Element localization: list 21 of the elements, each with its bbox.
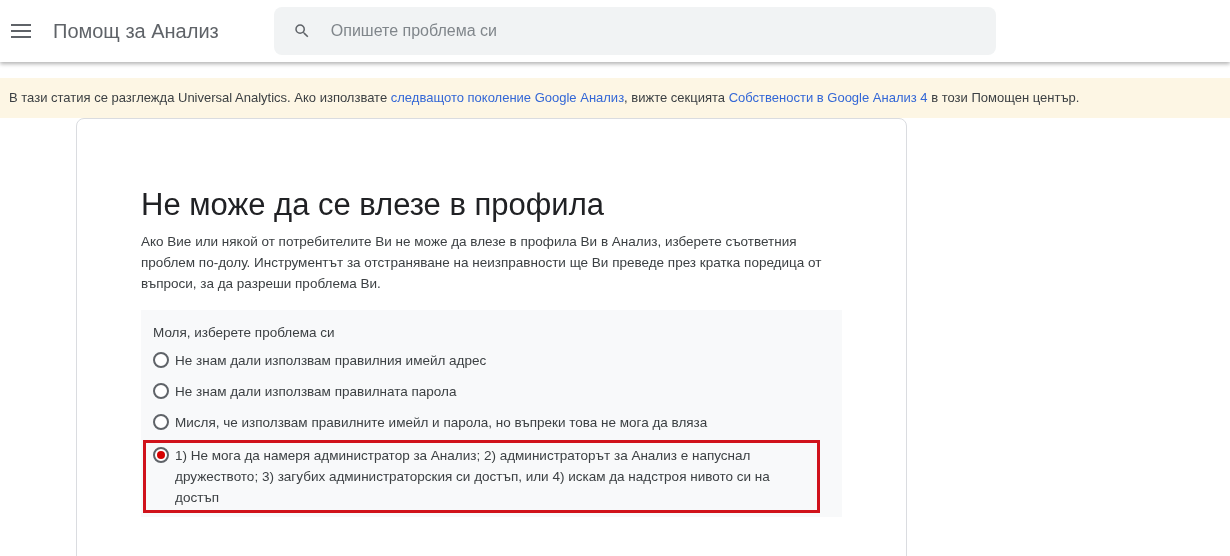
radio-button[interactable] (153, 447, 169, 463)
option-label: Мисля, че използвам правилните имейл и парола, но въпреки това не мога да вляза (175, 414, 708, 432)
notice-link[interactable]: Собствености в Google Анализ 4 (728, 90, 928, 106)
radio-button[interactable] (153, 414, 169, 430)
article-title: Не може да се влезе в профила (141, 186, 605, 224)
search-icon (292, 22, 311, 40)
radio-option[interactable]: Не знам дали използвам правилния имейл адрес (150, 347, 842, 374)
notice-text: В тази статия се разглежда Universal Analytics. Ако използвате следващото поколение Google Анализ, вижте секцията Собствености в Google Анализ 4 в този Помощен център. (9, 89, 1080, 108)
option-label: 1) Не мога да намеря администратор за Анализ; 2) администраторът за Анализ е напуснал дружеството; 3) загубих администраторския си достъп, или 4) искам да надстроя нивото си на достъп (175, 447, 771, 507)
question-prompt: Моля, изберете проблема си (153, 324, 336, 342)
radio-button[interactable] (153, 352, 169, 368)
intro-paragraph: Ако Вие или някой от потребителите Ви не може да влезе в профила Ви в Анализ, изберете съответния проблем по-долу. Инструментът за отстраняване на неизправности ще Ви преведе през кратка поредица от въпроси, за да разреши проблема Ви. (141, 233, 823, 293)
radio-button[interactable] (153, 383, 169, 399)
option-label: Не знам дали използвам правилния имейл адрес (175, 352, 487, 370)
menu-icon[interactable] (11, 24, 31, 38)
radio-option[interactable]: 1) Не мога да намеря администратор за Анализ; 2) администраторът за Анализ е напуснал дружеството; 3) загубих администраторския си достъп, или 4) искам да надстроя нивото си на достъп (143, 440, 820, 513)
search-field[interactable]: Опишете проблема си (273, 7, 996, 55)
app-title: Помощ за Анализ (53, 19, 219, 44)
radio-option[interactable]: Не знам дали използвам правилната парола (150, 378, 842, 405)
option-label: Не знам дали използвам правилната парола (175, 383, 457, 401)
radio-option[interactable]: Мисля, че използвам правилните имейл и парола, но въпреки това не мога да вляза (150, 409, 842, 436)
